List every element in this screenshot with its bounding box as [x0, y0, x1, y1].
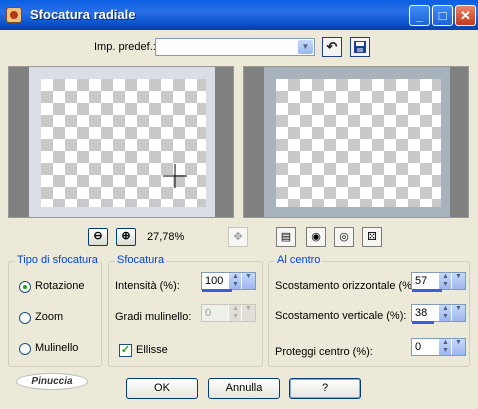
save-disk-icon: [354, 41, 366, 53]
result-preview[interactable]: [243, 66, 469, 218]
radio-twirl[interactable]: [19, 343, 31, 355]
title-bar: Sfocatura radiale _ □ ✕: [0, 0, 478, 30]
window-title: Sfocatura radiale: [30, 7, 136, 22]
spin-up-down-icon[interactable]: ▲ ▼: [228, 273, 242, 289]
twist-spinner[interactable]: 0 ▲ ▼ ▼: [201, 304, 256, 322]
twist-value: 0: [205, 307, 212, 319]
preview-toggle-button[interactable]: ▤: [276, 227, 296, 247]
spin-up-down-icon[interactable]: ▲ ▼: [438, 339, 452, 355]
intensity-spinner[interactable]: 100 ▲ ▼ ▼: [201, 272, 256, 292]
spin-up-down-icon[interactable]: ▲ ▼: [438, 305, 452, 321]
close-button[interactable]: ✕: [455, 5, 476, 26]
pan-button[interactable]: ✥: [228, 227, 248, 247]
chevron-down-icon[interactable]: ▼: [451, 339, 465, 355]
chevron-down-icon[interactable]: ▼: [451, 273, 465, 289]
save-preset-button[interactable]: [350, 37, 370, 57]
spin-up-down-icon[interactable]: ▲ ▼: [228, 305, 242, 321]
radio-rotation-label: Rotazione: [35, 280, 85, 292]
zoom-out-button[interactable]: ⊖: [88, 228, 108, 246]
move-arrows-icon: ✥: [233, 231, 243, 243]
intensity-label: Intensità (%):: [115, 280, 180, 292]
proof-button[interactable]: ◉: [306, 227, 326, 247]
center-group: Al centro Scostamento orizzontale (%): 5…: [268, 254, 470, 367]
original-preview[interactable]: [8, 66, 234, 218]
h-offset-slider-bar[interactable]: [412, 289, 442, 292]
auto-proof-button[interactable]: ◎: [334, 227, 354, 247]
ok-button[interactable]: OK: [126, 378, 198, 399]
spin-up-down-icon[interactable]: ▲ ▼: [438, 273, 452, 289]
app-icon: [6, 7, 22, 23]
minimize-button[interactable]: _: [409, 5, 430, 26]
presets-dropdown[interactable]: ▼: [155, 38, 315, 56]
protect-center-value: 0: [415, 341, 422, 353]
pinuccia-logo: Pinuccia: [16, 373, 88, 390]
maximize-button[interactable]: □: [432, 5, 453, 26]
zoom-level: 27,78%: [147, 231, 185, 243]
radio-zoom-label: Zoom: [35, 311, 64, 323]
chevron-down-icon[interactable]: ▼: [241, 273, 255, 289]
blur-title: Sfocatura: [115, 254, 167, 266]
blur-type-group: Tipo di sfocatura Rotazione Zoom Mulinel…: [8, 254, 102, 367]
blur-group: Sfocatura Intensità (%): 100 ▲ ▼ ▼ Gradi …: [108, 254, 263, 367]
eye-lock-icon: ◎: [339, 231, 349, 243]
v-offset-slider-bar[interactable]: [412, 321, 434, 324]
chevron-down-icon[interactable]: ▼: [451, 305, 465, 321]
transparency-checkerboard: [276, 79, 441, 207]
intensity-slider-bar[interactable]: [202, 289, 232, 292]
zoom-out-icon: ⊖: [93, 230, 103, 242]
radio-zoom[interactable]: [19, 312, 31, 324]
v-offset-value: 38: [415, 307, 428, 319]
center-title: Al centro: [275, 254, 323, 266]
layout-icon: ▤: [280, 231, 292, 243]
dice-icon: ⚄: [367, 231, 377, 243]
v-offset-label: Scostamento verticale (%):: [275, 310, 407, 322]
chevron-down-icon[interactable]: ▼: [241, 305, 255, 321]
h-offset-label: Scostamento orizzontale (%):: [275, 280, 419, 292]
zoom-in-button[interactable]: ⊕: [116, 228, 136, 246]
crosshair-icon: [163, 164, 187, 188]
intensity-value: 100: [205, 275, 224, 287]
protect-center-label: Proteggi centro (%):: [275, 346, 373, 358]
eye-icon: ◉: [311, 231, 321, 243]
h-offset-value: 57: [415, 275, 428, 287]
h-offset-spinner[interactable]: 57 ▲ ▼ ▼: [411, 272, 466, 292]
ellipse-checkbox[interactable]: ✓: [119, 344, 132, 357]
cancel-button[interactable]: Annulla: [208, 378, 280, 399]
radio-rotation[interactable]: [19, 281, 31, 293]
reset-arrow-icon: ↶: [326, 39, 338, 54]
presets-label: Imp. predef.:: [94, 41, 156, 53]
twist-label: Gradi mulinello:: [115, 311, 192, 323]
blur-type-title: Tipo di sfocatura: [15, 254, 100, 266]
ellipse-label: Ellisse: [136, 344, 168, 356]
randomize-button[interactable]: ⚄: [362, 227, 382, 247]
help-button[interactable]: ?: [289, 378, 361, 399]
v-offset-spinner[interactable]: 38 ▲ ▼ ▼: [411, 304, 466, 324]
protect-center-spinner[interactable]: 0 ▲ ▼ ▼: [411, 338, 466, 356]
chevron-down-icon[interactable]: ▼: [298, 40, 313, 54]
reset-preset-button[interactable]: ↶: [322, 37, 342, 57]
zoom-in-icon: ⊕: [121, 230, 131, 242]
radio-twirl-label: Mulinello: [35, 342, 79, 354]
